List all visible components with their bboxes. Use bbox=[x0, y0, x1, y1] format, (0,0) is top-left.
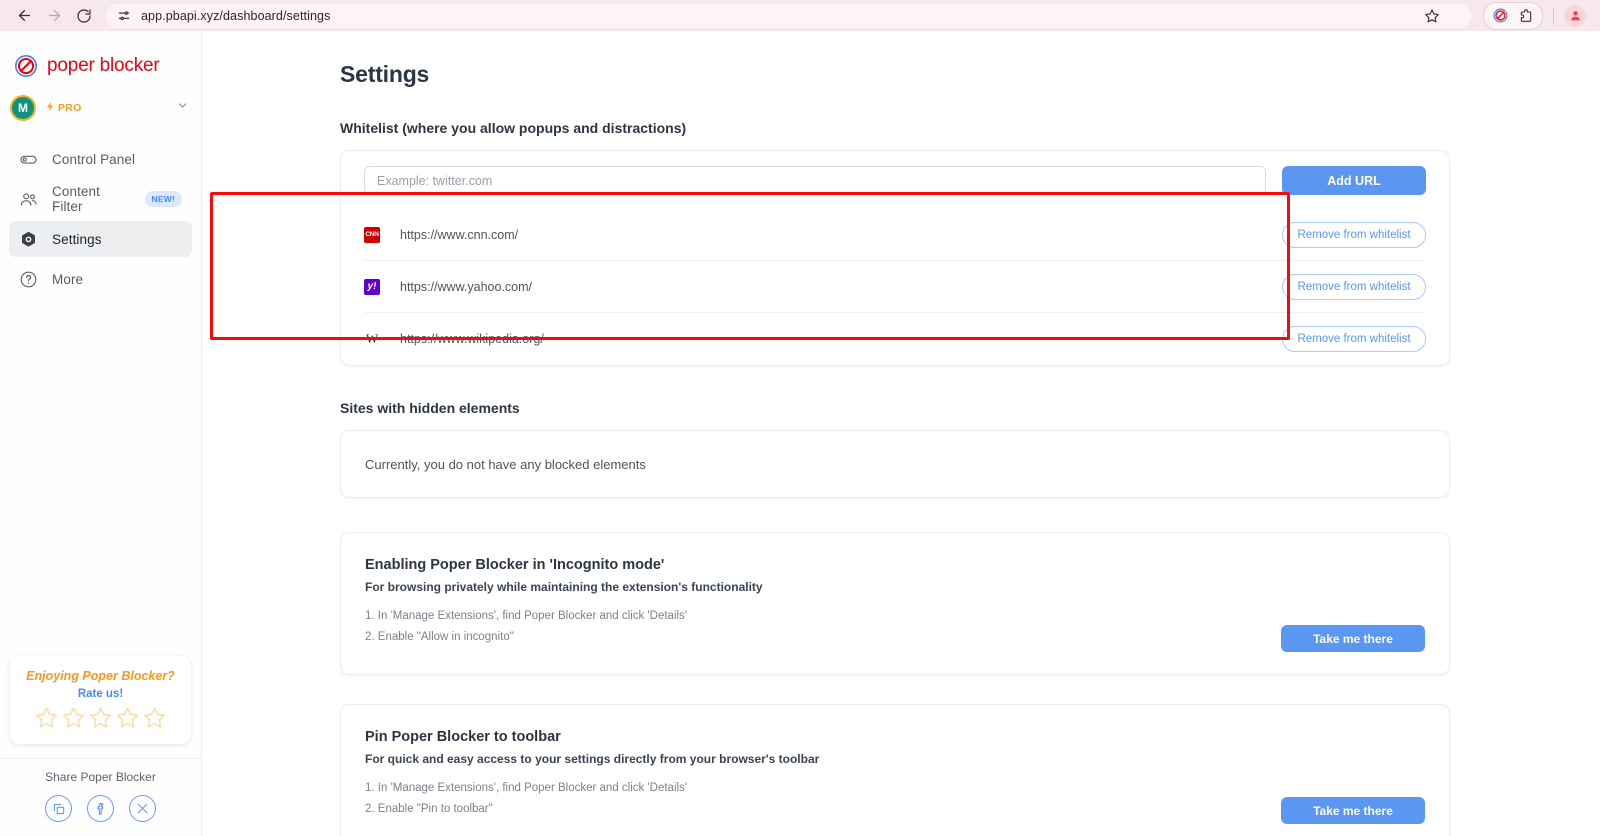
howto-subtitle: For browsing privately while maintaining… bbox=[365, 580, 763, 594]
sidebar-item-label: Settings bbox=[52, 231, 102, 247]
howto-subtitle: For quick and easy access to your settin… bbox=[365, 752, 820, 766]
sidebar-footer: Enjoying Poper Blocker? Rate us! Share P… bbox=[0, 656, 201, 836]
sidebar-item-content-filter[interactable]: Content Filter NEW! bbox=[9, 181, 192, 217]
app-root: poper blocker M PRO Control Panel Conten… bbox=[0, 31, 1600, 836]
whitelist-row: CNN https://www.cnn.com/ Remove from whi… bbox=[364, 209, 1426, 261]
site-settings-icon[interactable] bbox=[116, 8, 132, 24]
rating-stars[interactable] bbox=[18, 705, 183, 730]
profile-avatar-icon[interactable] bbox=[1564, 4, 1586, 27]
sidebar: poper blocker M PRO Control Panel Conten… bbox=[0, 31, 202, 836]
account-avatar: M bbox=[10, 95, 36, 121]
toggle-switch-icon bbox=[19, 150, 38, 169]
copy-icon[interactable] bbox=[45, 795, 72, 822]
main-content: Settings Whitelist (where you allow popu… bbox=[202, 31, 1600, 836]
share-icon-row bbox=[10, 795, 191, 822]
chevron-down-icon[interactable] bbox=[176, 99, 189, 117]
reload-button[interactable] bbox=[70, 2, 98, 30]
facebook-icon[interactable] bbox=[87, 795, 114, 822]
poper-blocker-logo-icon bbox=[14, 54, 38, 78]
star-icon[interactable] bbox=[34, 705, 59, 730]
whitelist-heading: Whitelist (where you allow popups and di… bbox=[340, 120, 687, 136]
brand-logo[interactable]: poper blocker bbox=[0, 31, 201, 85]
plan-badge: PRO bbox=[45, 100, 167, 116]
new-badge: NEW! bbox=[144, 191, 182, 207]
yahoo-favicon: y! bbox=[364, 278, 380, 295]
poper-blocker-extension-icon[interactable] bbox=[1488, 4, 1512, 28]
howto-title: Enabling Poper Blocker in 'Incognito mod… bbox=[365, 557, 665, 573]
account-meta: PRO bbox=[45, 100, 167, 116]
rate-us-card: Enjoying Poper Blocker? Rate us! bbox=[10, 656, 191, 744]
toolbar-divider bbox=[1553, 7, 1554, 24]
add-url-button[interactable]: Add URL bbox=[1282, 166, 1426, 195]
rate-subtitle[interactable]: Rate us! bbox=[18, 688, 183, 700]
footer-divider bbox=[0, 758, 201, 759]
url-text: app.pbapi.xyz/dashboard/settings bbox=[141, 8, 331, 23]
remove-from-whitelist-button[interactable]: Remove from whitelist bbox=[1282, 273, 1426, 300]
cnn-favicon: CNN bbox=[364, 226, 380, 243]
whitelist-url-input[interactable] bbox=[364, 166, 1266, 195]
people-icon bbox=[19, 190, 38, 209]
star-icon[interactable] bbox=[142, 705, 167, 730]
x-twitter-icon[interactable] bbox=[129, 795, 156, 822]
howto-step: 1. In 'Manage Extensions', find Poper Bl… bbox=[365, 782, 687, 794]
gear-hex-icon bbox=[19, 230, 38, 249]
back-button[interactable] bbox=[10, 2, 38, 30]
forward-button[interactable] bbox=[40, 2, 68, 30]
whitelist-url-text: https://www.cnn.com/ bbox=[400, 227, 519, 242]
whitelist-rows: CNN https://www.cnn.com/ Remove from whi… bbox=[341, 209, 1449, 365]
whitelist-url-text: https://www.yahoo.com/ bbox=[400, 279, 533, 294]
sidebar-item-more[interactable]: More bbox=[9, 261, 192, 297]
howto-step: 2. Enable "Allow in incognito" bbox=[365, 631, 514, 643]
sidebar-item-label: Content Filter bbox=[52, 184, 100, 214]
star-icon[interactable] bbox=[61, 705, 86, 730]
bookmark-star-icon[interactable] bbox=[1419, 3, 1445, 29]
remove-from-whitelist-button[interactable]: Remove from whitelist bbox=[1282, 326, 1426, 352]
brand-name: poper blocker bbox=[47, 55, 160, 76]
wikipedia-favicon: W bbox=[365, 331, 379, 346]
rate-title: Enjoying Poper Blocker? bbox=[26, 669, 175, 683]
lightning-bolt-icon bbox=[45, 100, 56, 116]
page-title: Settings bbox=[340, 61, 430, 87]
howto-step: 2. Enable "Pin to toolbar" bbox=[365, 803, 493, 815]
sidebar-item-label: Control Panel bbox=[52, 151, 136, 167]
puzzle-piece-icon[interactable] bbox=[1514, 4, 1538, 28]
address-bar[interactable]: app.pbapi.xyz/dashboard/settings bbox=[106, 3, 1471, 28]
howto-step: 1. In 'Manage Extensions', find Poper Bl… bbox=[365, 610, 687, 622]
whitelist-add-row: Add URL bbox=[341, 151, 1449, 209]
sidebar-item-settings[interactable]: Settings bbox=[9, 221, 192, 257]
whitelist-url-text: https://www.wikipedia.org/ bbox=[400, 332, 544, 346]
share-title: Share Poper Blocker bbox=[45, 770, 156, 784]
extensions-group bbox=[1483, 1, 1543, 30]
sidebar-nav: Control Panel Content Filter NEW! Settin… bbox=[0, 141, 201, 301]
account-switcher[interactable]: M PRO bbox=[0, 85, 201, 131]
whitelist-row: W https://www.wikipedia.org/ Remove from… bbox=[364, 313, 1426, 365]
hidden-elements-heading: Sites with hidden elements bbox=[340, 400, 520, 416]
take-me-there-button[interactable]: Take me there bbox=[1281, 625, 1425, 652]
take-me-there-button[interactable]: Take me there bbox=[1281, 797, 1425, 824]
howto-title: Pin Poper Blocker to toolbar bbox=[365, 729, 561, 745]
sidebar-item-control-panel[interactable]: Control Panel bbox=[9, 141, 192, 177]
whitelist-card: Add URL CNN https://www.cnn.com/ Remove … bbox=[340, 150, 1450, 366]
incognito-howto-card: Enabling Poper Blocker in 'Incognito mod… bbox=[340, 532, 1450, 675]
remove-from-whitelist-button[interactable]: Remove from whitelist bbox=[1282, 221, 1426, 248]
star-icon[interactable] bbox=[115, 705, 140, 730]
question-circle-icon bbox=[19, 270, 38, 289]
star-icon[interactable] bbox=[88, 705, 113, 730]
whitelist-row: y! https://www.yahoo.com/ Remove from wh… bbox=[364, 261, 1426, 313]
browser-toolbar: app.pbapi.xyz/dashboard/settings bbox=[0, 0, 1600, 31]
pin-toolbar-howto-card: Pin Poper Blocker to toolbar For quick a… bbox=[340, 704, 1450, 836]
sidebar-item-label: More bbox=[52, 271, 84, 287]
empty-state-message: Currently, you do not have any blocked e… bbox=[365, 456, 646, 472]
plan-label: PRO bbox=[58, 101, 82, 114]
hidden-elements-card: Currently, you do not have any blocked e… bbox=[340, 430, 1450, 498]
